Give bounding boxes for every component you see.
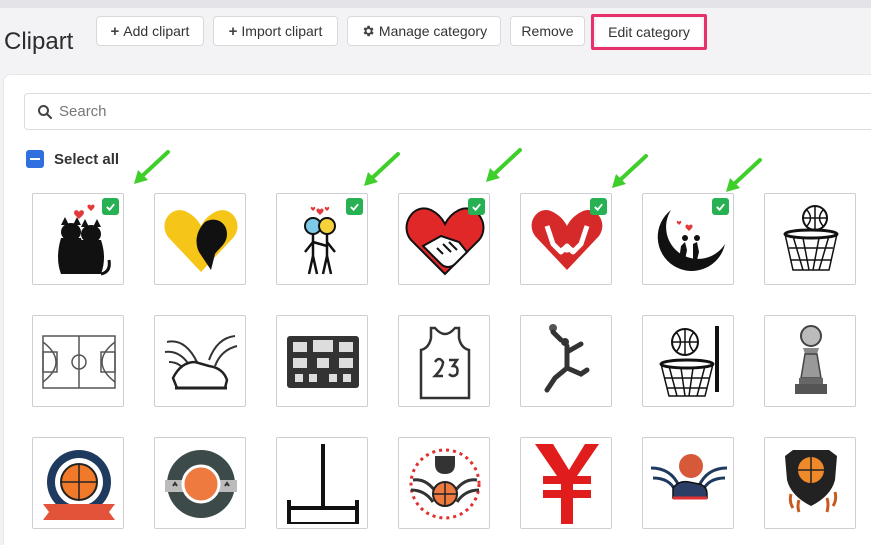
- clipart-tile-winged-shoe[interactable]: [154, 315, 246, 407]
- plus-icon: +: [228, 22, 238, 40]
- search-input[interactable]: [59, 103, 759, 120]
- clipart-tile-winged-sneaker[interactable]: [642, 437, 734, 529]
- clipart-tile-trophy[interactable]: [764, 315, 856, 407]
- clipart-tile-basketball-shield[interactable]: [764, 437, 856, 529]
- plus-icon: +: [110, 22, 120, 40]
- page-title: Clipart: [4, 28, 74, 55]
- clipart-tile-cats-in-love[interactable]: [32, 193, 124, 285]
- clipart-tile-heart-silhouette[interactable]: [154, 193, 246, 285]
- winged-shoe-icon: [164, 335, 238, 390]
- checkmark-icon: [590, 198, 607, 215]
- trophy-icon: [795, 325, 827, 394]
- basketball-hoop-icon: [783, 205, 839, 271]
- checkmark-icon: [468, 198, 485, 215]
- clipart-tile-moon-couple[interactable]: [642, 193, 734, 285]
- clipart-tile-stick-couple[interactable]: [276, 193, 368, 285]
- basketball-court-icon: [42, 335, 116, 389]
- basketball-emblem-icon: [165, 450, 237, 518]
- clipart-tile-basketball-court[interactable]: [32, 315, 124, 407]
- edit-category-label: Edit category: [608, 24, 690, 40]
- add-clipart-button[interactable]: + Add clipart: [96, 16, 204, 46]
- annotation-arrow-icon: [486, 148, 522, 182]
- remove-label: Remove: [521, 23, 574, 39]
- clipart-tile-hands-heart[interactable]: [520, 193, 612, 285]
- basketball-shield-icon: [785, 450, 838, 513]
- basketball-badge-icon: [43, 450, 115, 520]
- clipart-tile-basketball-emblem[interactable]: [154, 437, 246, 529]
- annotation-arrow-icon: [364, 152, 400, 186]
- import-clipart-label: Import clipart: [241, 23, 323, 39]
- checkmark-icon: [346, 198, 363, 215]
- annotation-arrow-icon: [726, 158, 762, 192]
- gear-icon: [361, 24, 375, 38]
- clipart-tile-dunking-player[interactable]: [520, 315, 612, 407]
- clipart-tile-hoop-with-ball[interactable]: [642, 315, 734, 407]
- hoop-with-ball-icon: [659, 326, 719, 397]
- scoreboard-icon: [287, 336, 359, 388]
- heart-silhouette-icon: [164, 210, 238, 272]
- goal-post-icon: [287, 444, 359, 524]
- top-strip: [0, 0, 871, 8]
- clipart-tile-jersey[interactable]: [398, 315, 490, 407]
- clipart-tile-basketball-hoop[interactable]: [764, 193, 856, 285]
- checkmark-icon: [102, 198, 119, 215]
- annotation-arrow-icon: [612, 154, 648, 188]
- clipart-tile-basketball-badge[interactable]: [32, 437, 124, 529]
- manage-category-label: Manage category: [378, 23, 488, 39]
- annotation-arrow-icon: [134, 150, 170, 184]
- add-clipart-label: Add clipart: [123, 23, 190, 39]
- clipart-tile-scoreboard[interactable]: [276, 315, 368, 407]
- import-clipart-button[interactable]: + Import clipart: [213, 16, 338, 46]
- winged-sneaker-icon: [650, 454, 728, 500]
- edit-category-button[interactable]: Edit category: [596, 18, 702, 46]
- trophy-wings-emblem-icon: [409, 448, 481, 520]
- select-all-label: Select all: [54, 150, 120, 168]
- dunking-player-icon: [544, 324, 590, 393]
- yen-sign-icon: [535, 444, 599, 524]
- manage-category-button[interactable]: Manage category: [347, 16, 501, 46]
- remove-button[interactable]: Remove: [510, 16, 585, 46]
- clipart-tile-yen-sign[interactable]: [520, 437, 612, 529]
- search-icon: [37, 104, 53, 120]
- clipart-tile-goal-post[interactable]: [276, 437, 368, 529]
- clipart-tile-trophy-wings-emblem[interactable]: [398, 437, 490, 529]
- select-all[interactable]: Select all: [26, 150, 119, 168]
- clipart-tile-handshake-heart[interactable]: [398, 193, 490, 285]
- checkmark-icon: [712, 198, 729, 215]
- search-box[interactable]: [24, 93, 871, 130]
- select-all-checkbox[interactable]: [26, 150, 44, 168]
- jersey-23-icon: [419, 326, 471, 400]
